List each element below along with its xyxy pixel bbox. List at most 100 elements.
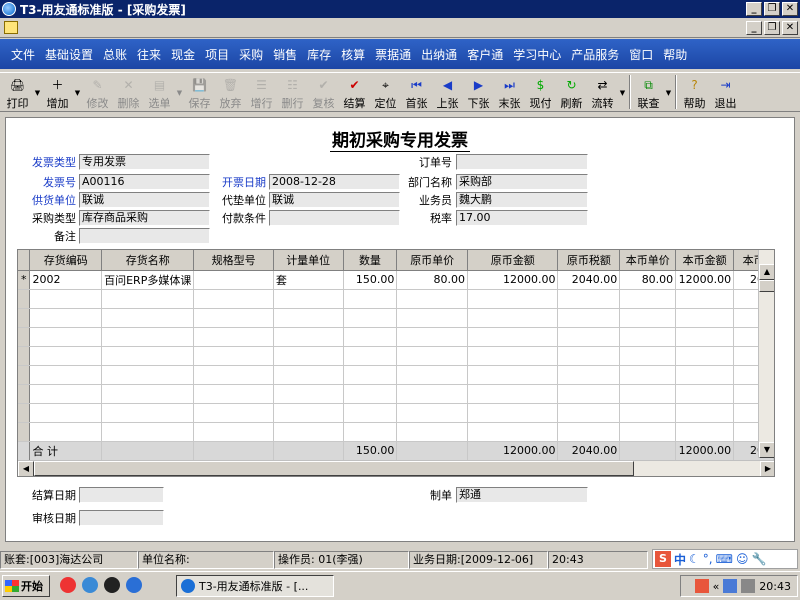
minimize-button[interactable]: _ [746, 2, 762, 16]
menu-inventory[interactable]: 库存 [302, 46, 336, 63]
cell-price[interactable]: 80.00 [396, 270, 469, 290]
dept-field[interactable]: 采购部 [456, 174, 588, 190]
settle-date-field[interactable] [79, 487, 164, 503]
menu-customer-pass[interactable]: 客户通 [462, 46, 508, 63]
locate-button[interactable]: ⌖ 定位 [370, 75, 401, 111]
sogou-tray-icon[interactable] [694, 579, 709, 593]
delete-button[interactable]: ✕ 删除 [113, 75, 144, 111]
scroll-left-icon[interactable]: ◀ [18, 461, 34, 476]
modify-button[interactable]: ✎ 修改 [82, 75, 113, 111]
menu-help[interactable]: 帮助 [658, 46, 692, 63]
maker-field[interactable]: 郑通 [456, 487, 588, 503]
menu-cashier-pass[interactable]: 出纳通 [416, 46, 462, 63]
next-button[interactable]: ▶ 下张 [463, 75, 494, 111]
payment-terms-field[interactable] [269, 210, 400, 226]
table-row[interactable]: * 2002 百问ERP多媒体课 套 150.00 80.00 12000.00… [18, 270, 774, 290]
menu-sales[interactable]: 销售 [268, 46, 302, 63]
ime-toolbar[interactable]: S 中 ☾ °, ⌨ ☺ 🔧 [652, 549, 798, 569]
table-row[interactable] [18, 403, 774, 423]
invoice-type-field[interactable]: 专用发票 [79, 154, 210, 170]
mdi-minimize-button[interactable]: _ [746, 21, 762, 35]
menu-bill-pass[interactable]: 票据通 [370, 46, 416, 63]
ime-mode[interactable]: 中 [674, 551, 686, 568]
print-button[interactable]: 🖨 打印 [2, 75, 33, 111]
purchase-type-field[interactable]: 库存商品采购 [79, 210, 210, 226]
review-date-field[interactable] [79, 510, 164, 526]
sogou-icon[interactable]: S [655, 551, 671, 567]
menu-window[interactable]: 窗口 [624, 46, 658, 63]
advance-unit-field[interactable]: 联诚 [269, 192, 400, 208]
menu-project[interactable]: 项目 [200, 46, 234, 63]
table-row[interactable] [18, 384, 774, 404]
cell-qty[interactable]: 150.00 [343, 270, 398, 290]
table-row[interactable] [18, 422, 774, 442]
table-row[interactable] [18, 327, 774, 347]
grid-vertical-scrollbar[interactable]: ▲ ▼ [758, 250, 774, 458]
query-button[interactable]: ⧉ 联查 [633, 75, 664, 111]
flow-button[interactable]: ⇄ 流转 [587, 75, 618, 111]
select-dropdown[interactable]: ▼ [175, 75, 184, 111]
cell-spec[interactable] [193, 270, 274, 290]
document-icon[interactable] [4, 21, 18, 34]
mdi-close-button[interactable]: ✕ [782, 21, 798, 35]
select-button[interactable]: ▤ 选单 [144, 75, 175, 111]
supplier-field[interactable]: 联诚 [79, 192, 210, 208]
query-dropdown[interactable]: ▼ [664, 75, 673, 111]
scroll-thumb[interactable] [34, 461, 634, 476]
quicklaunch-ie-icon[interactable] [82, 577, 98, 593]
column-header[interactable]: 存货名称 [101, 250, 195, 271]
column-header[interactable]: 原币税额 [557, 250, 621, 271]
column-header[interactable]: 规格型号 [193, 250, 274, 271]
column-header[interactable]: 本币金额 [675, 250, 735, 271]
column-header[interactable]: 原币单价 [396, 250, 469, 271]
cell-name[interactable]: 百问ERP多媒体课 [101, 270, 195, 290]
settle-button[interactable]: ✔ 结算 [339, 75, 370, 111]
quicklaunch-qq-icon[interactable] [104, 577, 120, 593]
punctuation-icon[interactable]: °, [703, 552, 713, 566]
column-header[interactable]: 存货编码 [29, 250, 103, 271]
refresh-button[interactable]: ↻ 刷新 [556, 75, 587, 111]
table-row[interactable] [18, 346, 774, 366]
grid-horizontal-scrollbar[interactable]: ◀ ▶ [18, 460, 774, 476]
clock[interactable]: 20:43 [759, 580, 791, 593]
menu-file[interactable]: 文件 [6, 46, 40, 63]
network-icon[interactable] [723, 579, 738, 593]
prev-button[interactable]: ◀ 上张 [432, 75, 463, 111]
menu-cash[interactable]: 现金 [166, 46, 200, 63]
taskbar-app-button[interactable]: T3-用友通标准版 - [... [176, 575, 334, 597]
column-header[interactable]: 数量 [343, 250, 398, 271]
scroll-thumb[interactable] [759, 280, 774, 292]
table-row[interactable] [18, 289, 774, 309]
skin-icon[interactable]: ☺ [736, 552, 749, 566]
menu-purchase[interactable]: 采购 [234, 46, 268, 63]
order-no-field[interactable] [456, 154, 588, 170]
column-header[interactable]: 本币单价 [619, 250, 677, 271]
help-button[interactable]: ? 帮助 [679, 75, 710, 111]
menu-product-service[interactable]: 产品服务 [566, 46, 624, 63]
table-row[interactable] [18, 308, 774, 328]
add-row-button[interactable]: ☰ 增行 [246, 75, 277, 111]
mdi-restore-button[interactable]: ❐ [764, 21, 780, 35]
cash-pay-button[interactable]: $ 现付 [525, 75, 556, 111]
tax-rate-field[interactable]: 17.00 [456, 210, 588, 226]
scroll-up-icon[interactable]: ▲ [759, 264, 774, 280]
tools-icon[interactable]: 🔧 [751, 552, 766, 566]
close-button[interactable]: ✕ [782, 2, 798, 16]
keyboard-icon[interactable]: ⌨ [716, 552, 733, 566]
moon-icon[interactable]: ☾ [689, 552, 700, 566]
add-button[interactable]: ＋增加 [42, 75, 73, 111]
flow-dropdown[interactable]: ▼ [618, 75, 627, 111]
issue-date-field[interactable]: 2008-12-28 [269, 174, 400, 190]
quicklaunch-browser-icon[interactable] [60, 577, 76, 593]
cell-code[interactable]: 2002 [29, 270, 103, 290]
menu-basic-settings[interactable]: 基础设置 [40, 46, 98, 63]
scroll-right-icon[interactable]: ▶ [760, 461, 774, 476]
table-row[interactable] [18, 365, 774, 385]
add-dropdown[interactable]: ▼ [73, 75, 82, 111]
column-header[interactable]: 原币金额 [467, 250, 559, 271]
discard-button[interactable]: 🗑 放弃 [215, 75, 246, 111]
start-button[interactable]: 开始 [2, 575, 50, 597]
menu-learning-center[interactable]: 学习中心 [508, 46, 566, 63]
last-button[interactable]: ⏭ 末张 [494, 75, 525, 111]
exit-button[interactable]: ⇥ 退出 [710, 75, 741, 111]
